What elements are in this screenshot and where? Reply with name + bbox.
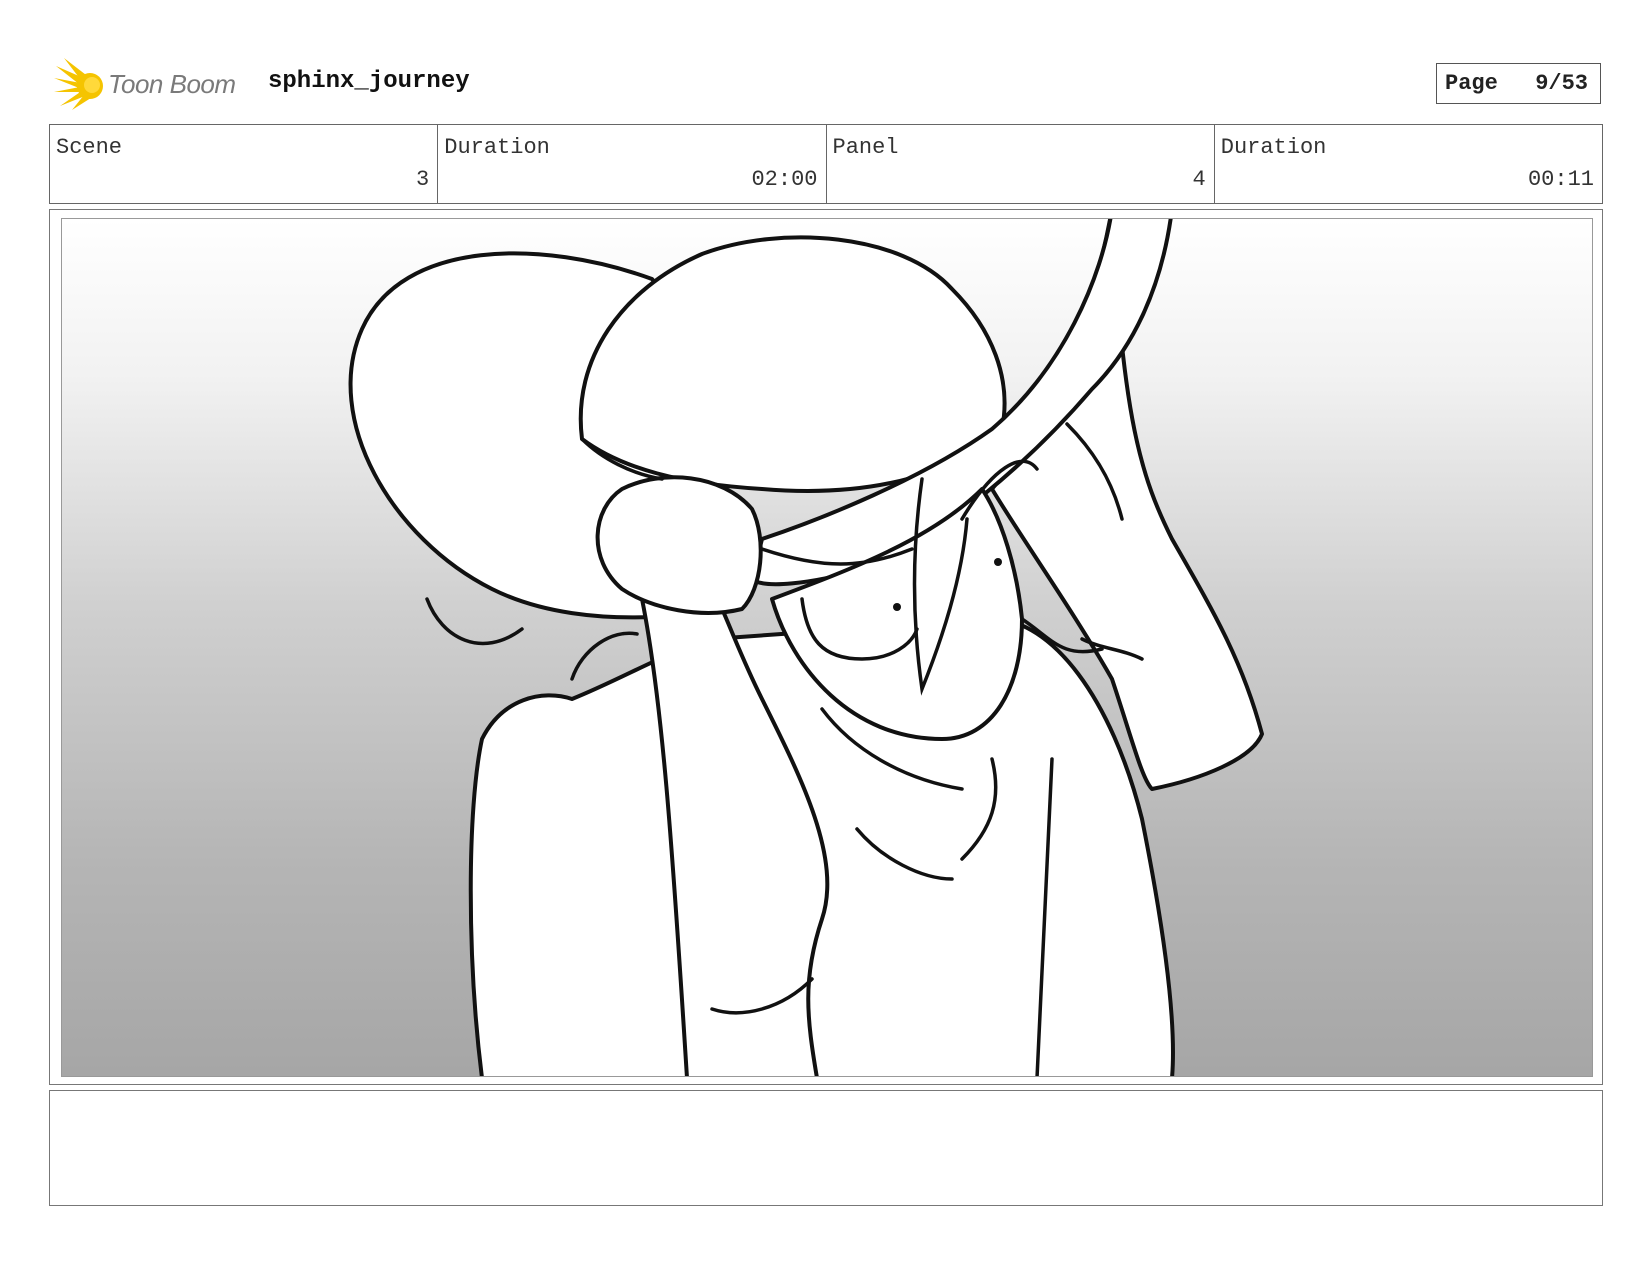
panel-value: 4 (1192, 167, 1206, 192)
page-value: 9/53 (1535, 71, 1588, 96)
sketch-drawing (348, 219, 1264, 1076)
panel-duration-value: 00:11 (1527, 167, 1594, 192)
panel-notes-box (49, 1090, 1603, 1206)
scene-label: Scene (56, 135, 123, 160)
scene-value: 3 (416, 167, 430, 192)
panel-label: Panel (832, 135, 899, 160)
page-indicator: Page 9/53 (1436, 63, 1601, 104)
panel-duration-label: Duration (1220, 135, 1327, 160)
scene-duration-cell: Duration 02:00 (438, 125, 827, 203)
toon-boom-sun-icon (54, 58, 103, 110)
scene-duration-label: Duration (444, 135, 550, 160)
panel-drawing (61, 218, 1593, 1077)
panel-duration-cell: Duration 00:11 (1215, 125, 1602, 203)
project-title: sphinx_journey (268, 68, 470, 95)
page-label: Page (1445, 71, 1498, 96)
panel-cell: Panel 4 (827, 125, 1215, 203)
scene-duration-value: 02:00 (751, 167, 818, 192)
scene-info-table: Scene 3 Duration 02:00 Panel 4 Duration … (49, 124, 1603, 204)
scene-cell: Scene 3 (50, 125, 439, 203)
logo-text: Toon Boom (108, 68, 236, 99)
toon-boom-logo: Toon Boom (54, 56, 254, 112)
